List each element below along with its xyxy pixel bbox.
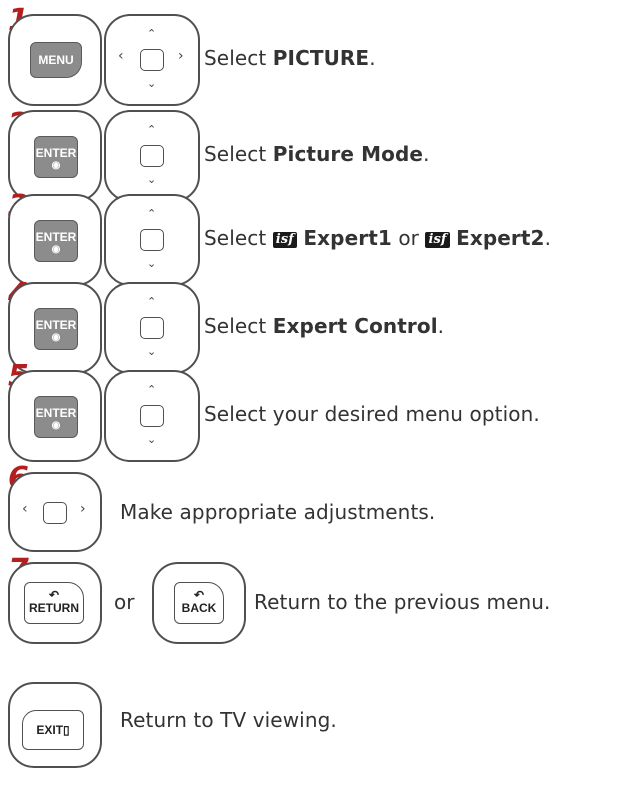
enter-dot-icon: ◉ (51, 160, 61, 171)
isf-logo: isf (425, 232, 450, 248)
exit-button[interactable]: EXIT▯ (22, 710, 84, 750)
nav-pad-frame: ‹ › (8, 472, 102, 552)
step-instruction: Select isf Expert1 or isf Expert2. (204, 226, 552, 250)
nav-center-button[interactable] (140, 229, 164, 251)
step-instruction: Select PICTURE. (204, 46, 376, 70)
enter-dot-icon: ◉ (51, 420, 61, 431)
enter-button[interactable]: ENTER ◉ (34, 308, 78, 350)
nav-center-button[interactable] (140, 405, 164, 427)
arrow-down-icon[interactable]: ⌄ (147, 346, 156, 357)
back-button[interactable]: ↶ BACK (174, 582, 224, 624)
nav-pad-frame: ⌃ ⌄ (104, 110, 200, 202)
arrow-up-icon[interactable]: ⌃ (147, 208, 156, 219)
menu-button[interactable]: MENU (30, 42, 82, 78)
enter-button[interactable]: ENTER ◉ (34, 396, 78, 438)
return-icon: ↶ (48, 588, 60, 602)
step-instruction: Select your desired menu option. (204, 402, 540, 426)
nav-pad-frame: ⌃ ⌄ (104, 282, 200, 374)
arrow-down-icon[interactable]: ⌄ (147, 258, 156, 269)
return-button[interactable]: ↶ RETURN (24, 582, 84, 624)
arrow-up-icon[interactable]: ⌃ (147, 384, 156, 395)
back-icon: ↶ (193, 588, 205, 602)
nav-center-button[interactable] (140, 145, 164, 167)
arrow-up-icon[interactable]: ⌃ (147, 296, 156, 307)
return-button-frame: ↶ RETURN (8, 562, 102, 644)
enter-button-frame: ENTER ◉ (8, 370, 102, 462)
exit-button-frame: EXIT▯ (8, 682, 102, 768)
back-button-frame: ↶ BACK (152, 562, 246, 644)
arrow-up-icon[interactable]: ⌃ (147, 124, 156, 135)
nav-center-button[interactable] (43, 502, 67, 524)
step-instruction: Return to the previous menu. (254, 590, 551, 614)
enter-button[interactable]: ENTER ◉ (34, 136, 78, 178)
nav-pad-frame: ⌃ ⌄ (104, 370, 200, 462)
step-instruction: Select Picture Mode. (204, 142, 430, 166)
arrow-up-icon[interactable]: ⌃ (147, 28, 156, 39)
arrow-left-icon[interactable]: ‹ (22, 502, 28, 516)
step-instruction: Make appropriate adjustments. (120, 500, 436, 524)
enter-dot-icon: ◉ (51, 332, 61, 343)
step-instruction: Return to TV viewing. (120, 708, 337, 732)
nav-pad-frame: ⌃ ‹ › ⌄ (104, 14, 200, 106)
arrow-left-icon[interactable]: ‹ (118, 49, 124, 63)
isf-logo: isf (272, 232, 297, 248)
arrow-right-icon[interactable]: › (80, 502, 86, 516)
arrow-down-icon[interactable]: ⌄ (147, 174, 156, 185)
nav-pad-frame: ⌃ ⌄ (104, 194, 200, 286)
arrow-down-icon[interactable]: ⌄ (147, 434, 156, 445)
enter-dot-icon: ◉ (51, 244, 61, 255)
menu-button-frame: MENU (8, 14, 102, 106)
arrow-down-icon[interactable]: ⌄ (147, 78, 156, 89)
exit-icon: ▯ (63, 723, 70, 737)
nav-center-button[interactable] (140, 317, 164, 339)
enter-button[interactable]: ENTER ◉ (34, 220, 78, 262)
step-instruction: Select Expert Control. (204, 314, 445, 338)
or-text: or (114, 590, 135, 614)
nav-center-button[interactable] (140, 49, 164, 71)
enter-button-frame: ENTER ◉ (8, 194, 102, 286)
arrow-right-icon[interactable]: › (178, 49, 184, 63)
